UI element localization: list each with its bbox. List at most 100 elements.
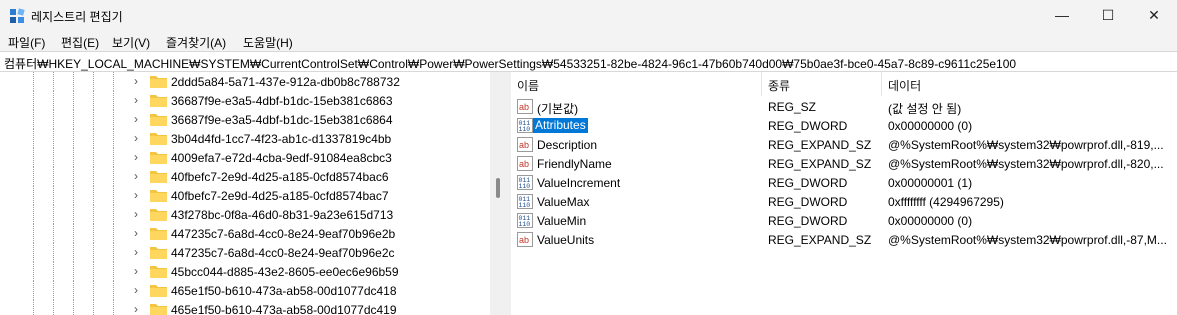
address-bar[interactable]: 컴퓨터₩HKEY_LOCAL_MACHINE₩SYSTEM₩CurrentCon… bbox=[0, 51, 1177, 72]
value-name[interactable]: Description bbox=[535, 138, 599, 152]
tree-guide-line bbox=[33, 148, 34, 167]
expand-chevron-icon[interactable]: › bbox=[134, 207, 146, 221]
value-row[interactable]: ab Description REG_EXPAND_SZ @%SystemRoo… bbox=[511, 135, 1177, 154]
expand-chevron-icon[interactable]: › bbox=[134, 302, 146, 315]
menu-help[interactable]: 도움말(H) bbox=[243, 34, 293, 51]
tree-item[interactable]: › 447235c7-6a8d-4cc0-8e24-9eaf70b96e2b bbox=[0, 224, 490, 243]
tree-guide-line bbox=[113, 167, 114, 186]
menu-favorites[interactable]: 즐겨찾기(A) bbox=[166, 34, 226, 51]
tree-guide-line bbox=[73, 205, 74, 224]
menu-file[interactable]: 파일(F) bbox=[8, 34, 45, 51]
value-data: (값 설정 안 됨) bbox=[888, 102, 962, 116]
tree-item-label[interactable]: 40fbefc7-2e9d-4d25-a185-0cfd8574bac6 bbox=[171, 170, 389, 184]
tree-item-label[interactable]: 2ddd5a84-5a71-437e-912a-db0b8c788732 bbox=[171, 75, 400, 89]
value-row[interactable]: 011 110 ValueMax REG_DWORD 0xffffffff (42… bbox=[511, 192, 1177, 211]
value-name-selected[interactable]: Attributes bbox=[533, 118, 588, 133]
tree-guide-line bbox=[73, 129, 74, 148]
tree-scrollbar[interactable] bbox=[490, 72, 507, 315]
tree-item[interactable]: › 447235c7-6a8d-4cc0-8e24-9eaf70b96e2c bbox=[0, 243, 490, 262]
tree-item[interactable]: › 43f278bc-0f8a-46d0-8b31-9a23e615d713 bbox=[0, 205, 490, 224]
tree-guide-line bbox=[73, 72, 74, 91]
expand-chevron-icon[interactable]: › bbox=[134, 74, 146, 88]
value-row[interactable]: 011 110 ValueMin REG_DWORD 0x00000000 (0) bbox=[511, 211, 1177, 230]
expand-chevron-icon[interactable]: › bbox=[134, 283, 146, 297]
maximize-button[interactable]: ☐ bbox=[1085, 0, 1131, 31]
column-header-name[interactable]: 이름 bbox=[511, 72, 762, 96]
menu-edit[interactable]: 편집(E) bbox=[61, 34, 99, 51]
folder-icon bbox=[150, 228, 167, 240]
value-row[interactable]: 011 110 Attributes REG_DWORD 0x00000000 (… bbox=[511, 116, 1177, 135]
tree-item[interactable]: › 465e1f50-b610-473a-ab58-00d1077dc419 bbox=[0, 300, 490, 315]
expand-chevron-icon[interactable]: › bbox=[134, 188, 146, 202]
value-data: 0x00000000 (0) bbox=[888, 119, 973, 133]
tree-item[interactable]: › 465e1f50-b610-473a-ab58-00d1077dc418 bbox=[0, 281, 490, 300]
tree-item[interactable]: › 36687f9e-e3a5-4dbf-b1dc-15eb381c6863 bbox=[0, 91, 490, 110]
expand-chevron-icon[interactable]: › bbox=[134, 112, 146, 126]
tree-item[interactable]: › 36687f9e-e3a5-4dbf-b1dc-15eb381c6864 bbox=[0, 110, 490, 129]
tree-guide-line bbox=[93, 300, 94, 315]
expand-chevron-icon[interactable]: › bbox=[134, 226, 146, 240]
value-name[interactable]: ValueMin bbox=[535, 214, 588, 228]
expand-chevron-icon[interactable]: › bbox=[134, 264, 146, 278]
tree-item[interactable]: › 40fbefc7-2e9d-4d25-a185-0cfd8574bac7 bbox=[0, 186, 490, 205]
tree-item-label[interactable]: 465e1f50-b610-473a-ab58-00d1077dc419 bbox=[171, 303, 397, 315]
tree-guide-line bbox=[113, 148, 114, 167]
tree-item-label[interactable]: 4009efa7-e72d-4cba-9edf-91084ea8cbc3 bbox=[171, 151, 392, 165]
tree-item[interactable]: › 3b04d4fd-1cc7-4f23-ab1c-d1337819c4bb bbox=[0, 129, 490, 148]
tree-guide-line bbox=[73, 300, 74, 315]
folder-icon bbox=[150, 152, 167, 164]
tree-guide-line bbox=[33, 72, 34, 91]
tree-guide-line bbox=[33, 91, 34, 110]
folder-icon bbox=[150, 171, 167, 183]
folder-icon bbox=[150, 95, 167, 107]
value-row[interactable]: ab (기본값) REG_SZ (값 설정 안 됨) bbox=[511, 97, 1177, 116]
close-button[interactable]: ✕ bbox=[1131, 0, 1177, 31]
value-name[interactable]: ValueIncrement bbox=[535, 176, 622, 190]
tree-guide-line bbox=[53, 205, 54, 224]
tree-item-label[interactable]: 43f278bc-0f8a-46d0-8b31-9a23e615d713 bbox=[171, 208, 393, 222]
value-name[interactable]: ValueMax bbox=[535, 195, 591, 209]
values-list-pane[interactable]: 이름 종류 데이터 ab (기본값) REG_SZ (값 설정 안 됨) 011… bbox=[511, 72, 1177, 315]
value-data: @%SystemRoot%₩system32₩powrprof.dll,-819… bbox=[888, 138, 1164, 152]
key-tree-pane[interactable]: › 2ddd5a84-5a71-437e-912a-db0b8c788732 ›… bbox=[0, 72, 507, 315]
tree-item-label[interactable]: 45bcc044-d885-43e2-8605-ee0ec6e96b59 bbox=[171, 265, 399, 279]
value-row[interactable]: ab FriendlyName REG_EXPAND_SZ @%SystemRo… bbox=[511, 154, 1177, 173]
value-name[interactable]: (기본값) bbox=[535, 100, 580, 117]
tree-item-label[interactable]: 447235c7-6a8d-4cc0-8e24-9eaf70b96e2c bbox=[171, 246, 395, 260]
minimize-button[interactable]: — bbox=[1039, 0, 1085, 31]
tree-item-label[interactable]: 465e1f50-b610-473a-ab58-00d1077dc418 bbox=[171, 284, 397, 298]
tree-item[interactable]: › 40fbefc7-2e9d-4d25-a185-0cfd8574bac6 bbox=[0, 167, 490, 186]
tree-item-label[interactable]: 3b04d4fd-1cc7-4f23-ab1c-d1337819c4bb bbox=[171, 132, 391, 146]
tree-item[interactable]: › 4009efa7-e72d-4cba-9edf-91084ea8cbc3 bbox=[0, 148, 490, 167]
string-value-icon: ab bbox=[517, 137, 533, 152]
column-header-name-label: 이름 bbox=[517, 79, 540, 93]
address-path[interactable]: 컴퓨터₩HKEY_LOCAL_MACHINE₩SYSTEM₩CurrentCon… bbox=[4, 55, 1016, 72]
tree-item-label[interactable]: 36687f9e-e3a5-4dbf-b1dc-15eb381c6864 bbox=[171, 113, 393, 127]
menu-view[interactable]: 보기(V) bbox=[112, 34, 150, 51]
tree-item[interactable]: › 45bcc044-d885-43e2-8605-ee0ec6e96b59 bbox=[0, 262, 490, 281]
tree-guide-line bbox=[113, 243, 114, 262]
column-header-type[interactable]: 종류 bbox=[762, 72, 882, 96]
tree-guide-line bbox=[113, 300, 114, 315]
value-name[interactable]: FriendlyName bbox=[535, 157, 614, 171]
value-type: REG_DWORD bbox=[768, 119, 848, 133]
expand-chevron-icon[interactable]: › bbox=[134, 169, 146, 183]
tree-item-label[interactable]: 36687f9e-e3a5-4dbf-b1dc-15eb381c6863 bbox=[171, 94, 393, 108]
value-row[interactable]: ab ValueUnits REG_EXPAND_SZ @%SystemRoot… bbox=[511, 230, 1177, 249]
expand-chevron-icon[interactable]: › bbox=[134, 131, 146, 145]
value-name[interactable]: ValueUnits bbox=[535, 233, 596, 247]
expand-chevron-icon[interactable]: › bbox=[134, 245, 146, 259]
folder-icon bbox=[150, 133, 167, 145]
expand-chevron-icon[interactable]: › bbox=[134, 93, 146, 107]
column-header-data[interactable]: 데이터 bbox=[882, 72, 1177, 96]
tree-item[interactable]: › 2ddd5a84-5a71-437e-912a-db0b8c788732 bbox=[0, 72, 490, 91]
tree-guide-line bbox=[53, 262, 54, 281]
tree-item-label[interactable]: 447235c7-6a8d-4cc0-8e24-9eaf70b96e2b bbox=[171, 227, 395, 241]
svg-text:ab: ab bbox=[519, 159, 529, 169]
tree-guide-line bbox=[93, 186, 94, 205]
tree-item-label[interactable]: 40fbefc7-2e9d-4d25-a185-0cfd8574bac7 bbox=[171, 189, 389, 203]
tree-scrollbar-thumb[interactable] bbox=[496, 178, 500, 198]
expand-chevron-icon[interactable]: › bbox=[134, 150, 146, 164]
binary-value-icon: 011110 bbox=[517, 118, 533, 133]
value-row[interactable]: 011 110 ValueIncrement REG_DWORD 0x000000… bbox=[511, 173, 1177, 192]
